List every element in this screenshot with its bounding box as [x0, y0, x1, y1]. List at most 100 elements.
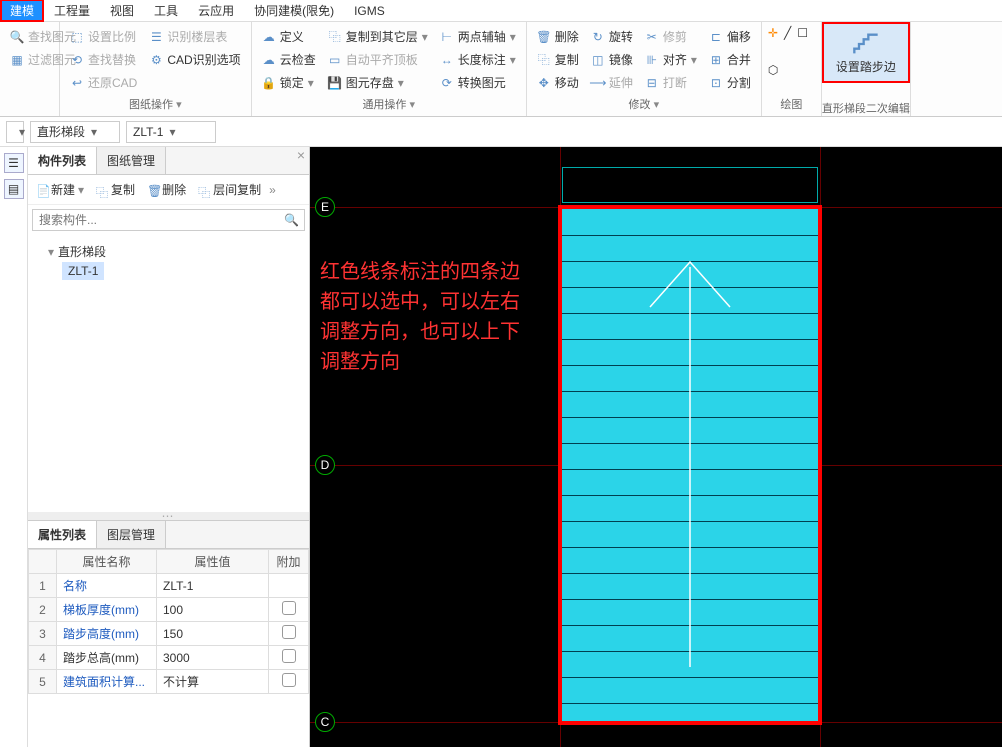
ribbon-group-label-common: 通用操作 ▾	[258, 94, 520, 112]
layer-copy-icon: ⿻	[198, 184, 210, 196]
menu-tab-igms[interactable]: IGMS	[344, 1, 395, 21]
define-button[interactable]: ☁定义	[258, 26, 320, 47]
selector-bar: ▾ 直形梯段▾ ZLT-1▾	[0, 117, 1002, 147]
trim-icon: ✂	[645, 30, 659, 44]
component-tree: ▾直形梯段 ZLT-1	[28, 235, 309, 286]
length-dim-button[interactable]: ↔长度标注 ▾	[436, 49, 520, 70]
selector-component-name[interactable]: ZLT-1▾	[126, 121, 216, 143]
search-icon[interactable]: 🔍	[284, 213, 299, 227]
selector-component-type[interactable]: 直形梯段▾	[30, 121, 120, 143]
tab-component-list[interactable]: 构件列表	[28, 147, 97, 174]
set-scale-button[interactable]: ⬚设置比例	[66, 26, 141, 47]
align-button[interactable]: ⊪对齐 ▾	[641, 49, 701, 70]
table-row[interactable]: 1名称ZLT-1	[29, 574, 309, 598]
selector-1[interactable]: ▾	[6, 121, 24, 143]
checkbox[interactable]	[282, 649, 296, 663]
ribbon-group-label-drawing: 图纸操作 ▾	[66, 94, 245, 112]
copy-icon: ⿻	[96, 184, 108, 196]
auto-align-button[interactable]: ▭自动平齐顶板	[324, 49, 432, 70]
mirror-icon: ◫	[591, 53, 605, 67]
ribbon-group-label-stair: 直形梯段二次编辑	[822, 98, 910, 116]
find-replace-button[interactable]: ⟲查找替换	[66, 49, 141, 70]
tab-layers[interactable]: 图层管理	[97, 521, 166, 548]
horizontal-splitter[interactable]	[28, 512, 309, 520]
trash-icon: 🗑	[147, 184, 159, 196]
save-element-button[interactable]: 💾图元存盘 ▾	[324, 72, 432, 93]
prop-header-extra: 附加	[269, 550, 309, 574]
copy-button[interactable]: ⿻复制	[533, 49, 583, 70]
delete-button[interactable]: 🗑删除	[533, 26, 583, 47]
two-point-axis-button[interactable]: ⊢两点辅轴 ▾	[436, 26, 520, 47]
new-component-button[interactable]: 📄新建 ▾	[32, 179, 88, 200]
search-input[interactable]	[32, 209, 305, 231]
nav-button-2[interactable]: ▤	[4, 179, 24, 199]
restore-cad-button[interactable]: ↩还原CAD	[66, 72, 141, 93]
table-row[interactable]: 2梯板厚度(mm)100	[29, 598, 309, 622]
cloud-check-button[interactable]: ☁云检查	[258, 49, 320, 70]
line-tool-icon[interactable]: ╱	[784, 26, 791, 57]
menu-tab-tools[interactable]: 工具	[144, 0, 188, 22]
trim-button[interactable]: ✂修剪	[641, 26, 701, 47]
menu-tab-cloud[interactable]: 云应用	[188, 0, 244, 22]
panel-tabs: 构件列表 图纸管理	[28, 147, 309, 175]
break-icon: ⊟	[645, 76, 659, 90]
tree-node-child[interactable]: ZLT-1	[62, 262, 104, 280]
annotation-text: 红色线条标注的四条边都可以选中，可以左右调整方向，也可以上下调整方向	[320, 257, 530, 377]
panel-toolbar: 📄新建 ▾ ⿻复制 🗑删除 ⿻层间复制 »	[28, 175, 309, 205]
copy-layer-icon: ⿻	[328, 30, 342, 44]
split-button[interactable]: ⊡分割	[705, 72, 755, 93]
menu-tab-collab[interactable]: 协同建模(限免)	[244, 0, 344, 22]
landing-outline	[562, 167, 818, 203]
extend-button[interactable]: ⟶延伸	[587, 72, 637, 93]
tree-node-root[interactable]: ▾直形梯段	[38, 241, 299, 262]
ribbon-group-label-modify: 修改 ▾	[533, 94, 755, 112]
scale-icon: ⬚	[70, 30, 84, 44]
cad-options-button[interactable]: ⚙CAD识别选项	[145, 49, 244, 70]
grid-bubble-d: D	[315, 455, 335, 475]
gear-icon: ⚙	[149, 53, 163, 67]
checkbox[interactable]	[282, 625, 296, 639]
menu-tab-view[interactable]: 视图	[100, 0, 144, 22]
merge-button[interactable]: ⊞合并	[705, 49, 755, 70]
mirror-button[interactable]: ◫镜像	[587, 49, 637, 70]
menu-tab-quantity[interactable]: 工程量	[44, 0, 100, 22]
panel-close-icon[interactable]: ×	[297, 147, 305, 163]
prop-header-idx	[29, 550, 57, 574]
tab-properties[interactable]: 属性列表	[28, 521, 97, 548]
set-step-edge-button[interactable]: 设置踏步边	[822, 22, 910, 83]
cloud-check-icon: ☁	[262, 53, 276, 67]
checkbox[interactable]	[282, 601, 296, 615]
copy-component-button[interactable]: ⿻复制	[92, 179, 139, 200]
offset-icon: ⊏	[709, 30, 723, 44]
table-row[interactable]: 5建筑面积计算...不计算	[29, 670, 309, 694]
layer-copy-button[interactable]: ⿻层间复制	[194, 179, 265, 200]
delete-component-button[interactable]: 🗑删除	[143, 179, 190, 200]
point-tool-icon[interactable]: ✛	[768, 26, 778, 57]
checkbox[interactable]	[282, 673, 296, 687]
list-icon: ☰	[149, 30, 163, 44]
nav-button-1[interactable]: ☰	[4, 153, 24, 173]
offset-button[interactable]: ⊏偏移	[705, 26, 755, 47]
grid-bubble-e: E	[315, 197, 335, 217]
menu-tab-modeling[interactable]: 建模	[0, 0, 44, 22]
align-top-icon: ▭	[328, 53, 342, 67]
split-icon: ⊡	[709, 76, 723, 90]
tab-drawing-mgmt[interactable]: 图纸管理	[97, 147, 166, 174]
identify-floor-button[interactable]: ☰识别楼层表	[145, 26, 244, 47]
prop-header-value: 属性值	[157, 550, 269, 574]
convert-element-button[interactable]: ⟳转换图元	[436, 72, 520, 93]
move-button[interactable]: ✥移动	[533, 72, 583, 93]
table-row[interactable]: 3踏步高度(mm)150	[29, 622, 309, 646]
prop-tabs: 属性列表 图层管理	[28, 521, 309, 549]
rect-tool-icon[interactable]: ☐	[797, 26, 808, 57]
poly-tool-icon[interactable]: ⬡	[768, 63, 778, 94]
grid-bubble-c: C	[315, 712, 335, 732]
rotate-button[interactable]: ↻旋转	[587, 26, 637, 47]
table-row[interactable]: 4踏步总高(mm)3000	[29, 646, 309, 670]
stairs-icon	[852, 30, 880, 58]
copy-to-layer-button[interactable]: ⿻复制到其它层 ▾	[324, 26, 432, 47]
drawing-canvas[interactable]: E D C 红色线条标注	[310, 147, 1002, 747]
lock-icon: 🔒	[262, 76, 276, 90]
lock-button[interactable]: 🔒锁定 ▾	[258, 72, 320, 93]
break-button[interactable]: ⊟打断	[641, 72, 701, 93]
